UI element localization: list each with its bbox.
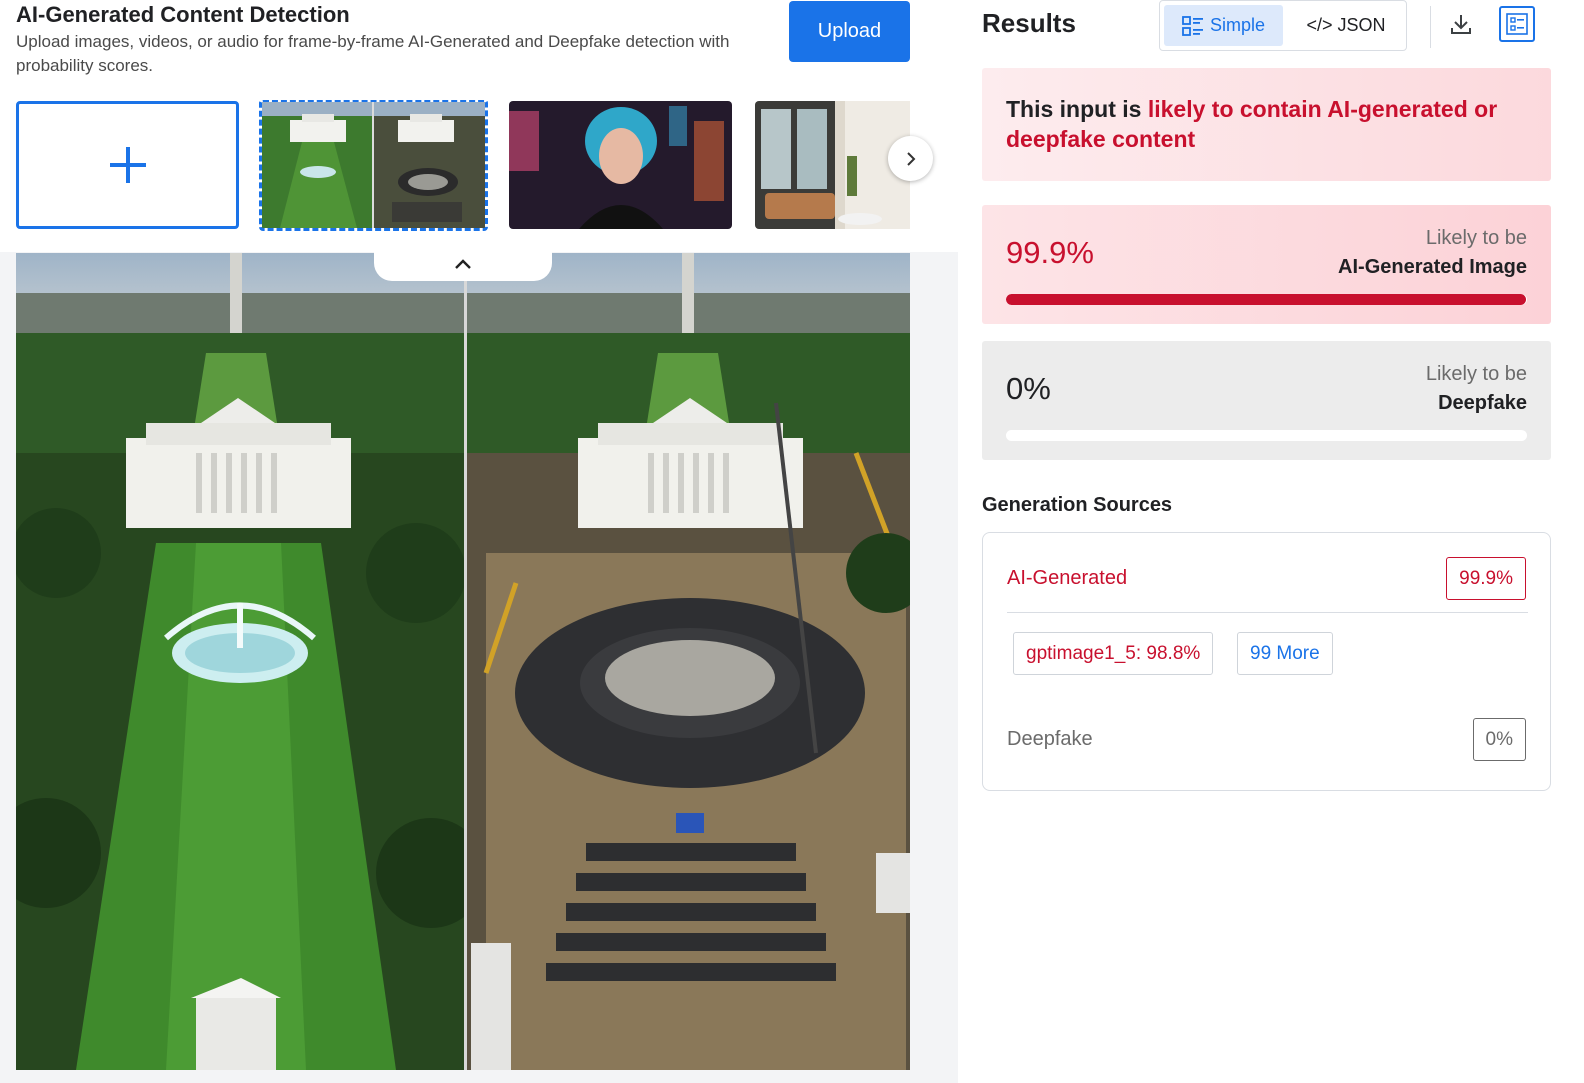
ai-generated-score-badge: 99.9% bbox=[1446, 557, 1526, 600]
thumbnail-strip bbox=[16, 100, 910, 232]
score-label: Likely to be bbox=[1425, 227, 1527, 249]
thumbnail-image bbox=[509, 101, 732, 229]
ai-generated-label: AI-Generated bbox=[1007, 567, 1128, 589]
preview-image bbox=[16, 253, 910, 1070]
report-view-button[interactable] bbox=[1499, 6, 1535, 42]
results-title: Results bbox=[982, 8, 1076, 38]
next-thumbnails-button[interactable] bbox=[888, 136, 933, 181]
progress-bar bbox=[1006, 294, 1527, 305]
input-pane: AI-Generated Content Detection Upload im… bbox=[0, 0, 958, 1083]
thumbnail-image bbox=[262, 102, 485, 228]
model-chip[interactable]: gptimage1_5: 98.8% bbox=[1013, 632, 1214, 675]
thumbnail-interior[interactable] bbox=[755, 101, 910, 229]
progress-fill bbox=[1006, 294, 1527, 305]
tab-json-label: </> JSON bbox=[1306, 15, 1386, 35]
comparison-divider[interactable] bbox=[464, 253, 467, 1070]
generation-sources-panel: AI-Generated 99.9% gptimage1_5: 98.8% 99… bbox=[982, 532, 1551, 791]
verdict-banner: This input is likely to contain AI-gener… bbox=[982, 68, 1551, 181]
thumbnail-selected[interactable] bbox=[259, 100, 488, 231]
results-pane: Results Simple </> JSON This input is li… bbox=[958, 0, 1584, 1083]
plus-icon bbox=[109, 147, 146, 183]
score-value: 0% bbox=[1006, 371, 1051, 406]
upload-button[interactable]: Upload bbox=[789, 1, 910, 62]
chevron-up-icon bbox=[455, 258, 471, 269]
more-models-button[interactable]: 99 More bbox=[1237, 632, 1333, 675]
download-icon bbox=[1451, 15, 1471, 34]
page-title: AI-Generated Content Detection bbox=[16, 2, 350, 27]
score-label: Likely to be bbox=[1425, 363, 1527, 385]
tab-simple-label: Simple bbox=[1209, 15, 1266, 35]
score-card-deepfake: 0% Likely to be Deepfake bbox=[982, 341, 1551, 460]
add-media-button[interactable] bbox=[16, 101, 239, 229]
download-button[interactable] bbox=[1445, 8, 1477, 40]
score-category: AI-Generated Image bbox=[1338, 256, 1527, 278]
collapse-thumbnails-button[interactable] bbox=[374, 246, 552, 281]
page-description: Upload images, videos, or audio for fram… bbox=[16, 32, 730, 75]
score-card-ai: 99.9% Likely to be AI-Generated Image bbox=[982, 205, 1551, 324]
deepfake-score-badge: 0% bbox=[1472, 718, 1526, 761]
list-icon bbox=[1182, 15, 1203, 36]
section-divider bbox=[1007, 612, 1528, 613]
input-header: AI-Generated Content Detection Upload im… bbox=[0, 0, 958, 252]
deepfake-label: Deepfake bbox=[1007, 728, 1093, 750]
generation-sources-title: Generation Sources bbox=[982, 494, 1173, 516]
report-icon bbox=[1506, 13, 1528, 35]
chevron-right-icon bbox=[906, 151, 915, 166]
thumbnail-portrait[interactable] bbox=[509, 101, 732, 229]
tab-simple[interactable]: Simple bbox=[1164, 5, 1283, 46]
toolbar-divider bbox=[1430, 6, 1431, 48]
thumbnail-image bbox=[755, 101, 910, 229]
score-value: 99.9% bbox=[1006, 235, 1094, 270]
view-toggle: Simple </> JSON bbox=[1159, 0, 1407, 51]
progress-bar bbox=[1006, 430, 1527, 441]
score-category: Deepfake bbox=[1438, 392, 1527, 414]
tab-json[interactable]: </> JSON bbox=[1288, 5, 1404, 46]
verdict-prefix: This input is bbox=[1006, 96, 1148, 122]
preview-illustration bbox=[16, 253, 910, 1070]
